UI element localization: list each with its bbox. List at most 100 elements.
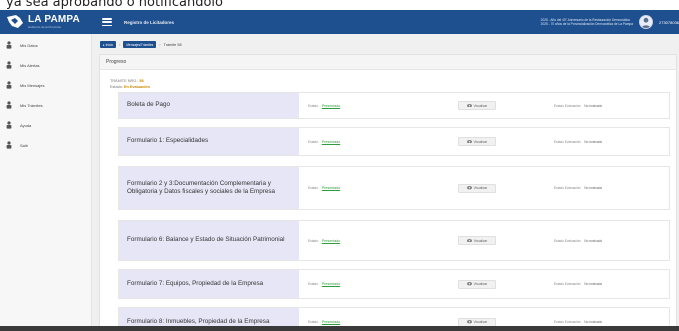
top-bar: LA PAMPA Gobierno de la Provincia Regist… (0, 10, 679, 34)
visualizar-button[interactable]: Visualizar (458, 236, 496, 245)
brand[interactable]: LA PAMPA Gobierno de la Provincia (0, 10, 92, 34)
document-caption: ya sea aprobando o notificándolo (0, 0, 679, 10)
list-item: Formulario 6: Balance y Estado de Situac… (118, 220, 670, 261)
sidebar-item-label: Salir (20, 142, 29, 148)
list-item: Formulario 2 y 3:Documentación Complemen… (118, 166, 670, 210)
visualizar-button[interactable]: Visualizar (458, 101, 496, 110)
tramite-label: TRÁMITE NRO.: (110, 79, 139, 83)
notice-line-2: 2025 - 70 años de la Provincialización D… (540, 22, 633, 26)
row-title: Formulario 6: Balance y Estado de Situac… (127, 236, 285, 244)
estado-label: Estado: (308, 282, 319, 286)
eye-icon (466, 139, 472, 144)
row-title: Formulario 8: Inmuebles, Propiedad de la… (127, 317, 270, 325)
chevron-right-icon: ▸ (103, 42, 105, 47)
eval-label: Estado Evaluación: (554, 103, 582, 108)
tramite-meta: TRÁMITE NRO.: 58 Estado: En Evaluación (110, 78, 150, 90)
eval-status: No evaluado (584, 238, 603, 243)
eval-status: No evaluado (584, 320, 603, 324)
sidebar-item-label: Mis Mensajes (20, 82, 45, 88)
user-id[interactable]: 27307803604 (659, 20, 679, 25)
sidebar-item-label: Mis Trámites (20, 102, 43, 108)
sidebar-item-salir[interactable]: Salir (0, 135, 91, 155)
eval-label: Estado Evaluación: (554, 238, 582, 243)
visualizar-label: Visualizar (473, 139, 488, 144)
estado-link[interactable]: Presentado (322, 104, 340, 108)
estado-label: Estado: (308, 103, 319, 108)
tramite-number: 58 (139, 79, 144, 83)
eye-icon (466, 186, 472, 190)
taskbar (0, 326, 679, 331)
card-header: Progreso (100, 55, 676, 70)
brand-name: LA PAMPA (28, 14, 80, 25)
estado-link[interactable]: Presentado (322, 186, 340, 190)
user-icon (6, 41, 12, 49)
chevron-right-icon: › (159, 42, 161, 47)
breadcrumb-home[interactable]: ▸ Inicio (100, 41, 117, 48)
estado-label: Estado: (308, 186, 319, 190)
visualizar-button[interactable]: Visualizar (458, 137, 496, 146)
eval-status: No evaluado (584, 139, 603, 144)
user-icon (6, 61, 12, 69)
row-title: Boleta de Pago (127, 101, 171, 109)
user-icon (6, 141, 12, 149)
brand-subtitle: Gobierno de la Provincia (28, 25, 61, 29)
caption-text: ya sea aprobando o notificándolo (6, 0, 223, 10)
estado-label: Estado: (308, 320, 319, 324)
eval-status: No evaluado (584, 282, 603, 286)
eval-label: Estado Evaluación: (554, 282, 582, 286)
breadcrumb-home-label: Inicio (105, 42, 114, 47)
main-content: ▸ Inicio › Mensajes/Trámites › Trámite 5… (92, 34, 679, 331)
sidebar: Mis Datos Mis Alertas Mis Mensajes Mis T… (0, 34, 92, 331)
eval-label: Estado Evaluación: (554, 139, 582, 144)
sidebar-item-label: Ayuda (20, 122, 32, 128)
list-item: Boleta de Pago Estado: Presentado Visuali… (118, 92, 670, 119)
estado-link[interactable]: Presentado (322, 140, 340, 144)
row-title: Formulario 7: Equipos, Propiedad de la E… (127, 279, 264, 287)
estado-link[interactable]: Presentado (322, 320, 340, 324)
menu-icon[interactable] (102, 17, 112, 27)
breadcrumb: ▸ Inicio › Mensajes/Trámites › Trámite 5… (100, 41, 182, 48)
user-icon (6, 81, 12, 89)
sidebar-item-mis-alertas[interactable]: Mis Alertas (0, 55, 91, 75)
estado-label: Estado: (308, 139, 319, 144)
sidebar-item-label: Mis Alertas (20, 62, 40, 68)
breadcrumb-section-label: Mensajes/Trámites (126, 42, 154, 47)
estado-link[interactable]: Presentado (322, 239, 340, 243)
visualizar-button[interactable]: Visualizar (458, 279, 496, 289)
tramite-status: En Evaluación (123, 85, 150, 90)
user-icon (6, 121, 12, 129)
sidebar-item-mis-datos[interactable]: Mis Datos (0, 35, 91, 55)
sidebar-item-mis-mensajes[interactable]: Mis Mensajes (0, 75, 91, 95)
province-logo-icon (6, 14, 24, 30)
eye-icon (466, 103, 472, 108)
list-item: Formulario 7: Equipos, Propiedad de la E… (118, 269, 670, 299)
visualizar-label: Visualizar (473, 186, 488, 190)
header-notice: 2025 - Año del 40° Aniversario de la Res… (541, 18, 633, 27)
eval-label: Estado Evaluación: (554, 320, 582, 324)
estado-label: Estado: (308, 238, 319, 243)
eye-icon (466, 238, 472, 243)
row-title: Formulario 2 y 3:Documentación Complemen… (127, 179, 276, 195)
sidebar-item-ayuda[interactable]: Ayuda (0, 115, 91, 135)
breadcrumb-current: Trámite 58 (163, 42, 182, 47)
list-item: Formulario 1: Especialidades Estado: Pres… (118, 127, 670, 156)
sidebar-item-mis-tramites[interactable]: Mis Trámites (0, 95, 91, 115)
estado-link[interactable]: Presentado (322, 282, 340, 286)
estado-label: Estado: (110, 85, 123, 90)
row-title: Formulario 1: Especialidades (127, 137, 209, 145)
sidebar-item-label: Mis Datos (20, 42, 38, 48)
user-icon (6, 101, 12, 109)
card-title: Progreso (106, 59, 127, 65)
progress-card: Progreso TRÁMITE NRO.: 58 Estado: En Eva… (99, 54, 677, 331)
breadcrumb-section[interactable]: Mensajes/Trámites (123, 41, 157, 48)
eval-status: No evaluado (584, 103, 603, 108)
eval-status: No evaluado (584, 186, 603, 190)
visualizar-label: Visualizar (473, 238, 488, 243)
visualizar-label: Visualizar (473, 320, 488, 324)
eye-icon (466, 282, 472, 286)
visualizar-label: Visualizar (473, 282, 488, 286)
chevron-right-icon: › (119, 42, 121, 47)
eval-label: Estado Evaluación: (554, 186, 582, 190)
visualizar-button[interactable]: Visualizar (458, 183, 496, 193)
avatar[interactable] (639, 15, 653, 29)
